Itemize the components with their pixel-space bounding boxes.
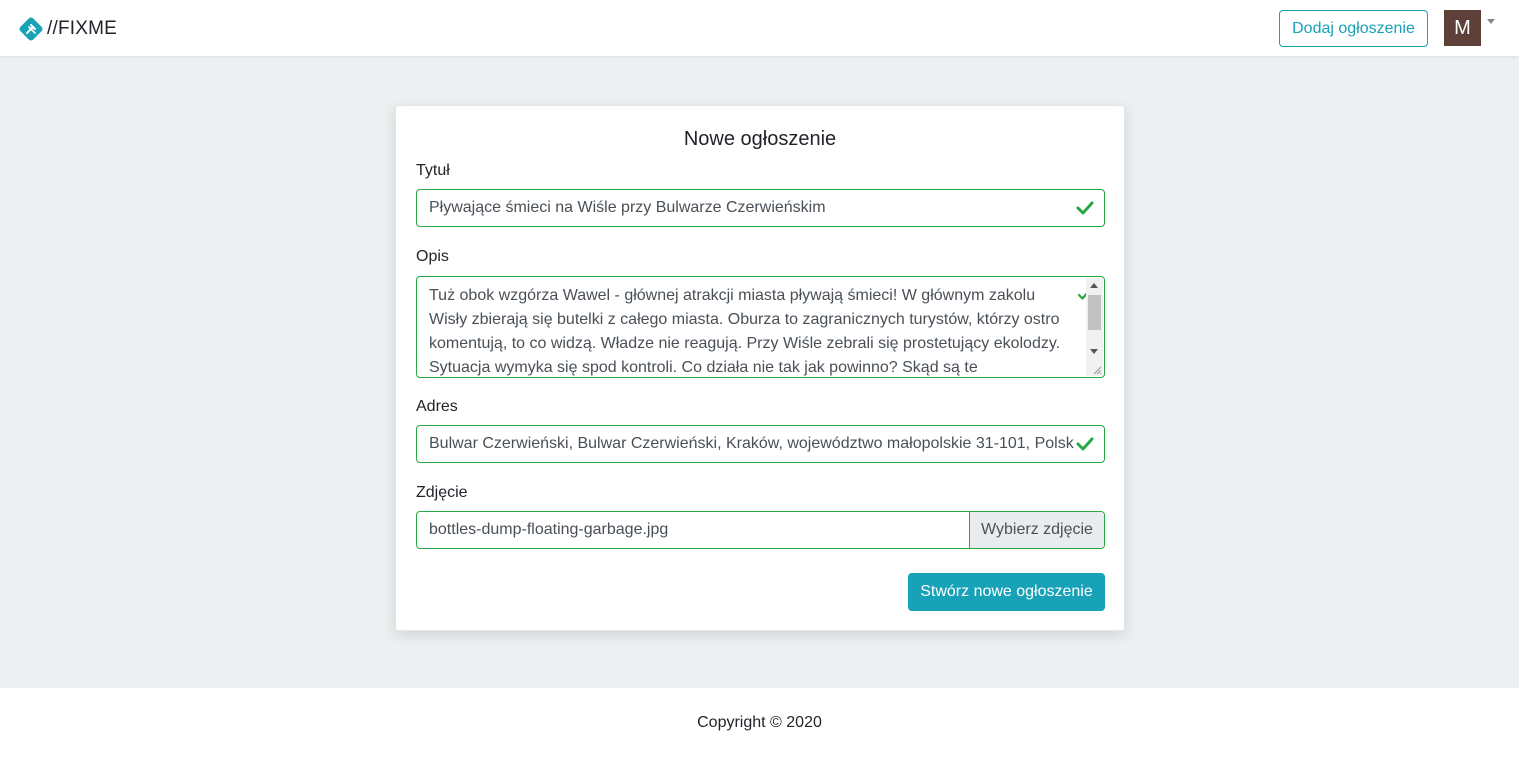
title-input[interactable]: Pływające śmieci na Wiśle przy Bulwarze … (416, 189, 1105, 227)
photo-label: Zdjęcie (416, 484, 468, 501)
hammer-wrench-icon (19, 17, 43, 41)
check-icon (1076, 437, 1094, 451)
navbar: //FIXME Dodaj ogłoszenie M (0, 0, 1519, 56)
photo-file-input[interactable]: bottles-dump-floating-garbage.jpg Wybier… (416, 511, 1105, 549)
add-listing-button[interactable]: Dodaj ogłoszenie (1279, 10, 1428, 47)
description-label: Opis (416, 248, 449, 265)
scroll-down-icon[interactable] (1090, 349, 1098, 354)
create-listing-button[interactable]: Stwórz nowe ogłoszenie (908, 573, 1105, 611)
photo-file-name: bottles-dump-floating-garbage.jpg (429, 521, 669, 538)
user-menu[interactable]: M (1444, 10, 1495, 46)
copyright-text: Copyright © 2020 (697, 714, 822, 731)
form-title: Nowe ogłoszenie (683, 128, 837, 150)
scrollbar-thumb[interactable] (1088, 295, 1101, 330)
choose-photo-button[interactable]: Wybierz zdjęcie (969, 512, 1104, 548)
textarea-scrollbar[interactable] (1086, 278, 1103, 376)
resize-grip-icon[interactable] (1093, 366, 1102, 375)
title-label: Tytuł (416, 162, 450, 179)
brand-text: //FIXME (47, 18, 118, 39)
brand-link[interactable]: //FIXME (18, 16, 117, 42)
avatar: M (1444, 10, 1481, 46)
new-listing-card: Nowe ogłoszenie Tytuł Pływające śmieci n… (395, 105, 1125, 631)
caret-down-icon (1487, 18, 1495, 24)
address-label: Adres (416, 398, 458, 415)
description-textarea[interactable]: Tuż obok wzgórza Wawel - głównej atrakcj… (416, 276, 1105, 378)
check-icon (1076, 201, 1094, 215)
footer: Copyright © 2020 (0, 688, 1519, 760)
description-textarea-value: Tuż obok wzgórza Wawel - głównej atrakcj… (429, 287, 1061, 376)
address-input[interactable]: Bulwar Czerwieński, Bulwar Czerwieński, … (416, 425, 1105, 463)
scroll-up-icon[interactable] (1090, 283, 1098, 288)
address-input-value: Bulwar Czerwieński, Bulwar Czerwieński, … (429, 435, 1074, 452)
title-input-value: Pływające śmieci na Wiśle przy Bulwarze … (429, 199, 826, 216)
